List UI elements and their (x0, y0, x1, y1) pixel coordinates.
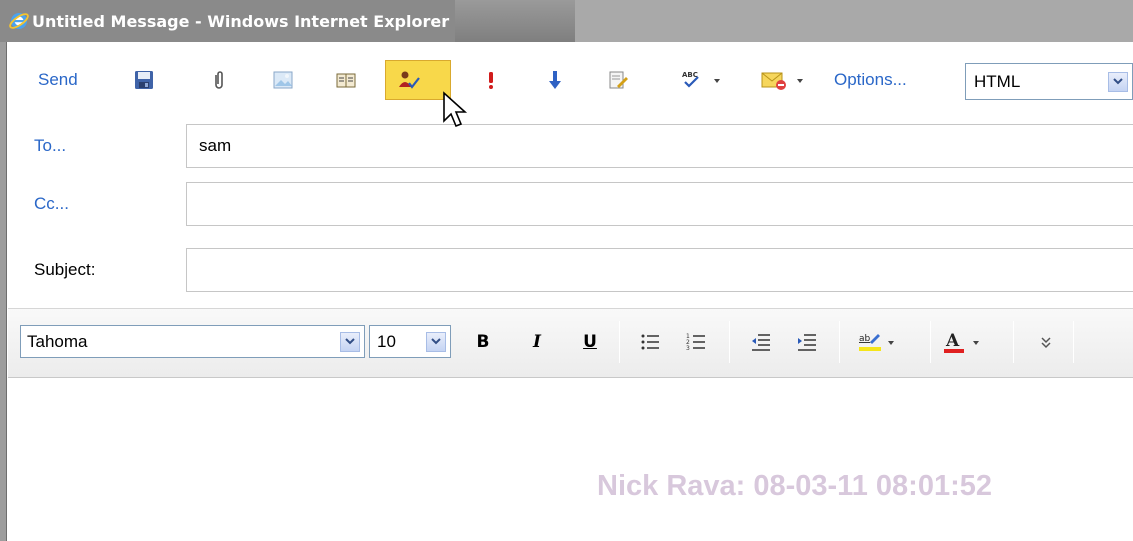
watermark-text: Nick Rava: 08-03-11 08:01:52 (597, 470, 992, 502)
font-color-icon[interactable]: A (943, 329, 987, 355)
toolbar-separator (619, 321, 620, 363)
formatting-toolbar: Tahoma 10 B I U 123 ab A (8, 308, 1133, 378)
title-area: Untitled Message - Windows Internet Expl… (0, 0, 456, 42)
options-link[interactable]: Options... (834, 70, 907, 90)
window-frame-left (0, 42, 7, 541)
italic-button[interactable]: I (524, 329, 550, 355)
bold-button[interactable]: B (470, 329, 496, 355)
attach-icon[interactable] (207, 68, 231, 92)
mouse-cursor-icon (443, 91, 468, 128)
increase-indent-icon[interactable] (794, 329, 820, 355)
cc-row: Cc... (8, 176, 1133, 232)
chevron-down-icon[interactable] (1108, 71, 1128, 92)
internet-explorer-icon (9, 13, 29, 29)
to-row: To... sam (8, 118, 1133, 174)
underline-button[interactable]: U (577, 329, 603, 355)
toolbar-separator (1013, 321, 1014, 363)
subject-field[interactable] (186, 248, 1133, 292)
message-format-select[interactable]: HTML (965, 63, 1133, 100)
chevron-down-icon[interactable] (340, 331, 360, 352)
message-body-editor[interactable] (8, 379, 1133, 541)
font-family-select[interactable]: Tahoma (20, 325, 365, 358)
low-importance-icon[interactable] (543, 68, 567, 92)
address-book-icon[interactable] (334, 68, 358, 92)
read-receipt-icon[interactable] (760, 68, 808, 92)
message-toolbar: Send ABC Options... HTML (8, 44, 1133, 118)
cc-field[interactable] (186, 182, 1133, 226)
insert-image-icon[interactable] (271, 68, 295, 92)
svg-text:3: 3 (686, 345, 690, 352)
spelling-icon[interactable]: ABC (681, 68, 725, 92)
svg-text:ab: ab (859, 334, 871, 344)
font-family-value: Tahoma (27, 331, 88, 351)
font-size-value: 10 (377, 331, 396, 351)
toolbar-separator (839, 321, 840, 363)
subject-label: Subject: (34, 260, 96, 279)
check-names-icon (397, 68, 421, 92)
send-button[interactable]: Send (38, 70, 78, 90)
more-options-chevron-icon[interactable] (1033, 329, 1059, 355)
subject-row: Subject: (8, 244, 1133, 300)
to-button[interactable]: To... (34, 136, 66, 156)
high-importance-icon[interactable] (479, 68, 503, 92)
decrease-indent-icon[interactable] (748, 329, 774, 355)
save-icon[interactable] (132, 68, 156, 92)
font-size-select[interactable]: 10 (369, 325, 451, 358)
svg-text:A: A (945, 331, 960, 351)
window-title: Untitled Message - Windows Internet Expl… (32, 11, 450, 31)
highlight-color-icon[interactable]: ab (858, 329, 902, 355)
bullet-list-icon[interactable] (638, 329, 664, 355)
toolbar-separator (729, 321, 730, 363)
toolbar-separator (930, 321, 931, 363)
toolbar-separator (1073, 321, 1074, 363)
title-bar: Untitled Message - Windows Internet Expl… (0, 0, 1133, 42)
chevron-down-icon[interactable] (426, 331, 446, 352)
cc-button[interactable]: Cc... (34, 194, 69, 214)
title-bar-spacer (575, 0, 1133, 42)
to-field[interactable]: sam (186, 124, 1133, 168)
message-format-value: HTML (974, 71, 1021, 91)
svg-text:ABC: ABC (682, 71, 698, 79)
signature-icon[interactable] (606, 68, 630, 92)
numbered-list-icon[interactable]: 123 (684, 329, 710, 355)
